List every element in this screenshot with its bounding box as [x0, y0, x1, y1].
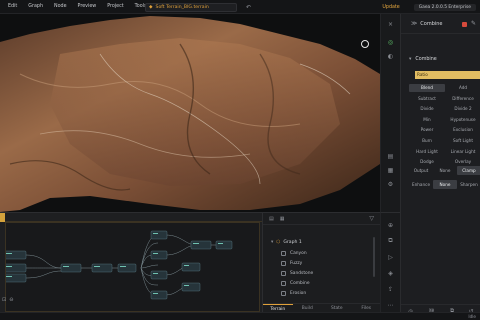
tree-item-erosion[interactable]: Erosion	[281, 291, 306, 296]
menu-project[interactable]: Project	[107, 4, 123, 9]
ratio-slider[interactable]: Ratio	[415, 71, 480, 79]
graph-toolbar	[0, 213, 262, 222]
enhance-option-none[interactable]: None	[433, 180, 457, 189]
graph-label: Graph 1	[283, 240, 302, 245]
section-title: Combine	[415, 57, 437, 62]
tree-item-combine[interactable]: Combine	[281, 281, 310, 286]
properties-panel: ≫ Combine ✎ ▾ Combine Ratio Blend Add Su…	[400, 14, 480, 320]
blend-option-divide[interactable]: Divide	[409, 105, 445, 113]
blend-option-divide-2[interactable]: Divide 2	[445, 105, 480, 113]
enhance-option-sharpen[interactable]: Sharpen	[457, 180, 480, 189]
enhance-option-enhance[interactable]: Enhance	[409, 180, 433, 189]
blend-option-hard-light[interactable]: Hard Light	[409, 148, 445, 156]
viewport-toolbar: × ◎ ◐ ▤ ▦ ⚙	[380, 14, 400, 212]
combine-section-header[interactable]: ▾ Combine	[409, 57, 437, 62]
tree-scrollbar[interactable]	[373, 237, 375, 277]
tree-item-label: Canyon	[290, 251, 307, 256]
tree-item-sandstone[interactable]: Sandstone	[281, 271, 313, 276]
chevron-down-icon: ▾	[271, 240, 274, 245]
graph-tab-marker	[0, 213, 5, 222]
more-icon[interactable]: ⋯	[387, 301, 395, 309]
play-icon[interactable]: ▷	[387, 253, 395, 261]
enhance-selector: Enhance None Sharpen	[409, 180, 480, 189]
file-tab-label: Soft Terrain_BIG.terrain	[155, 5, 209, 10]
pin-icon[interactable]: ⊕	[387, 221, 395, 229]
edit-icon[interactable]: ✎	[471, 20, 476, 27]
node-icon: ≫	[411, 20, 418, 27]
grid-icon[interactable]: ▦	[387, 166, 395, 174]
graph-view-controls: ⊡ ⊖	[2, 297, 13, 303]
file-tab[interactable]: ◆ Soft Terrain_BIG.terrain	[145, 3, 237, 12]
terrain-viewport[interactable]	[0, 14, 380, 212]
node-icon	[281, 291, 286, 296]
node-tree-panel: ▤ ▦ ▽ ▾ ⬡ Graph 1 Canyon Fuzzy Sandstone…	[262, 212, 381, 312]
undo-icon[interactable]: ↶	[244, 3, 253, 12]
menu-edit[interactable]: Edit	[8, 4, 17, 9]
zoom-out-icon[interactable]: ⊖	[9, 297, 13, 303]
blend-option-subtract[interactable]: Subtract	[409, 95, 445, 103]
blend-option-soft-light[interactable]: Soft Light	[445, 137, 480, 145]
node-graph-canvas[interactable]	[5, 222, 260, 312]
chevron-down-icon: ▾	[409, 57, 412, 62]
blend-option-difference[interactable]: Difference	[445, 95, 480, 103]
graph-icon: ⬡	[276, 240, 281, 245]
export-icon[interactable]: ⇪	[387, 285, 395, 293]
node-icon	[281, 281, 286, 286]
terrain-render	[0, 16, 380, 212]
menu-node[interactable]: Node	[54, 4, 67, 9]
blend-option-blend[interactable]: Blend	[409, 84, 445, 92]
zoom-fit-icon[interactable]: ⊡	[2, 297, 6, 303]
tree-item-fuzzy[interactable]: Fuzzy	[281, 261, 302, 266]
status-bar: Idle	[0, 312, 480, 320]
node-icon	[281, 271, 286, 276]
node-icon	[281, 261, 286, 266]
clamp-option-none[interactable]: None	[433, 166, 457, 175]
blend-option-power[interactable]: Power	[409, 126, 445, 134]
update-button[interactable]: Update	[382, 5, 399, 10]
tree-graph-root[interactable]: ▾ ⬡ Graph 1	[271, 240, 302, 245]
node-color-swatch[interactable]	[462, 22, 467, 27]
blend-option-add[interactable]: Add	[445, 84, 480, 92]
blend-mode-grid: Blend Add Subtract Difference Divide Div…	[409, 84, 480, 166]
blend-option-burn[interactable]: Burn	[409, 137, 445, 145]
tree-item-label: Erosion	[290, 291, 307, 296]
duplicate-icon[interactable]: ⧉	[387, 237, 395, 245]
render-icon[interactable]: ◎	[387, 38, 395, 46]
camera-icon[interactable]: ◐	[387, 52, 395, 60]
tree-item-label: Sandstone	[290, 271, 314, 276]
terrain-file-icon: ◆	[149, 5, 153, 10]
blend-option-linear-light[interactable]: Linear Light	[445, 148, 480, 156]
bake-icon[interactable]: ◈	[387, 269, 395, 277]
node-graph	[6, 230, 233, 300]
clamp-option-output[interactable]: Output	[409, 166, 433, 175]
blend-option-min[interactable]: Min	[409, 116, 445, 124]
clamp-selector: Output None Clamp	[409, 166, 480, 175]
menu-preview[interactable]: Preview	[78, 4, 97, 9]
menu-graph[interactable]: Graph	[28, 4, 43, 9]
tree-item-label: Fuzzy	[290, 261, 303, 266]
blend-option-overlay[interactable]: Overlay	[445, 158, 480, 166]
layers-icon[interactable]: ▤	[387, 152, 395, 160]
blend-option-dodge[interactable]: Dodge	[409, 158, 445, 166]
node-icon	[281, 251, 286, 256]
blend-option-exclusion[interactable]: Exclusion	[445, 126, 480, 134]
edition-badge: Gaea 2.0.0.5 Enterprise	[413, 3, 476, 11]
tree-grid-icon[interactable]: ▦	[280, 216, 285, 222]
status-text: Idle	[468, 314, 476, 319]
properties-header: ≫ Combine ✎	[401, 14, 480, 34]
tree-toolbar: ▤ ▦	[263, 213, 380, 225]
light-direction-handle[interactable]	[361, 40, 369, 48]
close-icon[interactable]: ×	[387, 20, 395, 28]
blend-option-hypotenuse[interactable]: Hypotenuse	[445, 116, 480, 124]
tree-item-canyon[interactable]: Canyon	[281, 251, 307, 256]
node-name: Combine	[420, 20, 443, 27]
tree-item-label: Combine	[290, 281, 310, 286]
clamp-option-clamp[interactable]: Clamp	[457, 166, 480, 175]
menu-bar: Edit Graph Node Preview Project Tools He…	[0, 0, 480, 14]
graph-side-toolbar: ⊕ ⧉ ▷ ◈ ⇪ ⋯	[380, 212, 400, 312]
graph-editor: ⊡ ⊖	[0, 212, 262, 312]
settings-icon[interactable]: ⚙	[387, 180, 395, 188]
filter-icon[interactable]: ▽	[369, 215, 374, 222]
tree-list-icon[interactable]: ▤	[269, 216, 274, 222]
